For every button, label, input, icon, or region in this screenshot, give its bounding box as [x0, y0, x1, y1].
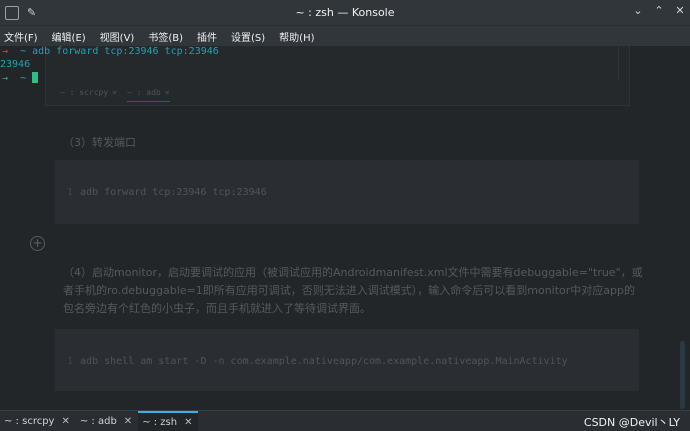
code-block-2: 1 adb shell am start -D -n com.example.na…	[55, 329, 639, 391]
command-text: adb forward tcp:23946 tcp:23946	[32, 46, 219, 57]
chevron-up-icon[interactable]: ⌃	[651, 4, 667, 17]
output-text: 23946	[0, 59, 31, 70]
prompt-tilde: ~	[20, 73, 27, 84]
section-4-text: （4）启动monitor，启动要调试的应用（被调试应用的Androidmanif…	[63, 266, 643, 315]
menu-bar: 文件(F) 编辑(E) 视图(V) 书签(B) 插件 设置(S) 帮助(H)	[0, 26, 690, 46]
code-text: adb shell am start -D -n com.example.nat…	[80, 356, 568, 367]
tab-adb[interactable]: ~ : adb ✕	[76, 411, 138, 431]
menu-view[interactable]: 视图(V)	[100, 29, 135, 44]
tab-bar: ~ : scrcpy ✕ ~ : adb ✕ ~ : zsh ✕ CSDN @Devi…	[0, 410, 690, 431]
menu-file[interactable]: 文件(F)	[4, 29, 38, 44]
menu-edit[interactable]: 编辑(E)	[52, 29, 86, 44]
terminal-scrollbar[interactable]	[680, 341, 685, 409]
background-tab-strip: ~ : scrcpy × ~ : adb ×	[60, 88, 180, 102]
window-title: ~ : zsh — Konsole	[295, 6, 395, 19]
prompt-arrow: →	[2, 46, 9, 57]
tab-label: ~ : scrcpy	[4, 415, 55, 427]
background-tab: ~ : scrcpy ×	[60, 88, 117, 97]
chevron-down-icon[interactable]: ⌄	[630, 4, 646, 17]
prompt-arrow: →	[2, 73, 9, 84]
code-text: adb forward tcp:23946 tcp:23946	[80, 187, 267, 198]
terminal-line-command: → ~ adb forward tcp:23946 tcp:23946	[2, 46, 219, 57]
menu-bookmarks[interactable]: 书签(B)	[148, 29, 183, 44]
line-number: 1	[67, 356, 74, 367]
title-bar: ✎ ~ : zsh — Konsole ⌄ ⌃ ✕	[0, 0, 690, 26]
terminal-line-output: 23946	[0, 59, 30, 70]
prompt-tilde: ~	[20, 46, 27, 57]
close-icon[interactable]: ✕	[61, 416, 69, 427]
pin-icon[interactable]: ✎	[27, 6, 36, 19]
tab-label: ~ : adb	[79, 415, 117, 427]
tab-zsh[interactable]: ~ : zsh ✕	[138, 410, 199, 431]
close-icon[interactable]: ✕	[184, 417, 192, 428]
terminal-area[interactable]: ~ : scrcpy × ~ : adb × → ~ adb forward tcp…	[0, 46, 690, 410]
menu-plugins[interactable]: 插件	[197, 29, 217, 44]
watermark: CSDN @Devil丶LY	[583, 416, 680, 429]
text-cursor	[32, 72, 39, 83]
plus-circle-icon: +	[30, 236, 45, 251]
menu-settings[interactable]: 设置(S)	[231, 29, 265, 44]
menu-help[interactable]: 帮助(H)	[279, 29, 314, 44]
tab-scrcpy[interactable]: ~ : scrcpy ✕	[0, 411, 76, 431]
close-icon[interactable]: ✕	[672, 4, 688, 17]
konsole-app-icon[interactable]	[5, 5, 19, 20]
section-3-title: （3）转发端口	[63, 136, 136, 149]
line-number: 1	[67, 187, 74, 198]
background-tab: ~ : adb ×	[127, 88, 170, 102]
terminal-line-prompt: → ~	[2, 72, 39, 84]
close-icon[interactable]: ✕	[124, 416, 132, 427]
code-block-1: 1 adb forward tcp:23946 tcp:23946	[55, 160, 639, 224]
tab-label: ~ : zsh	[142, 416, 178, 428]
